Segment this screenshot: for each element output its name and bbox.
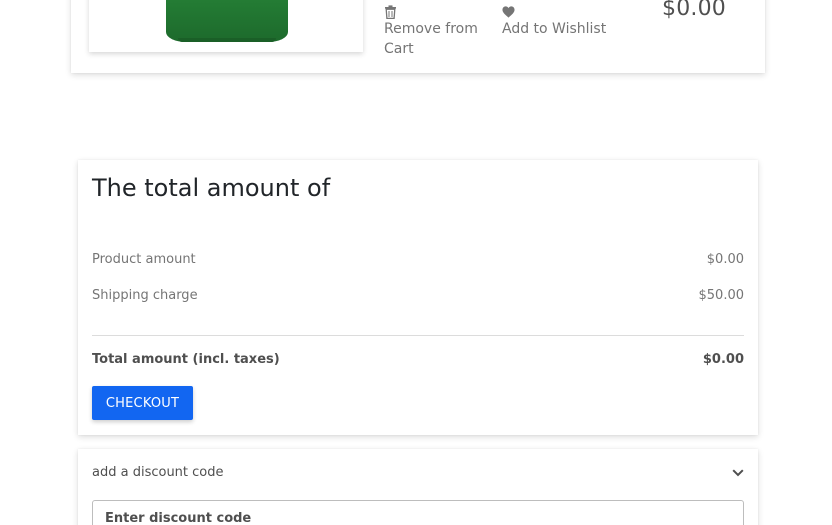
checkout-button[interactable]: CHECKOUT: [92, 386, 193, 420]
total-amount-label: Total amount (incl. taxes): [92, 352, 280, 367]
discount-code-toggle[interactable]: add a discount code: [92, 465, 744, 480]
product-image[interactable]: [89, 0, 363, 52]
add-to-wishlist-link[interactable]: Add to Wishlist: [502, 5, 612, 39]
discount-toggle-label: add a discount code: [92, 465, 224, 480]
order-summary-card: The total amount of Product amount $0.00…: [78, 160, 758, 435]
discount-code-input[interactable]: [92, 500, 744, 525]
shipping-charge-row: Shipping charge $50.00: [92, 288, 744, 303]
product-amount-value: $0.00: [706, 252, 744, 267]
add-to-wishlist-label: Add to Wishlist: [502, 21, 607, 37]
green-shirt-image: [166, 0, 288, 42]
remove-from-cart-label: Remove from Cart: [384, 21, 478, 57]
shipping-charge-label: Shipping charge: [92, 288, 198, 303]
summary-title: The total amount of: [92, 174, 331, 202]
summary-divider: [92, 335, 744, 336]
total-amount-value: $0.00: [702, 352, 744, 367]
shipping-charge-value: $50.00: [698, 288, 745, 303]
trash-icon: [385, 5, 396, 19]
chevron-down-icon: [732, 468, 744, 476]
total-amount-row: Total amount (incl. taxes) $0.00: [92, 352, 744, 367]
cart-item-card: Remove from Cart Add to Wishlist $0.00: [71, 0, 765, 73]
discount-code-card: add a discount code: [78, 449, 758, 525]
remove-from-cart-link[interactable]: Remove from Cart: [384, 5, 494, 59]
item-price: $0.00: [662, 0, 726, 21]
product-amount-row: Product amount $0.00: [92, 252, 744, 267]
heart-icon: [502, 6, 515, 18]
product-amount-label: Product amount: [92, 252, 196, 267]
